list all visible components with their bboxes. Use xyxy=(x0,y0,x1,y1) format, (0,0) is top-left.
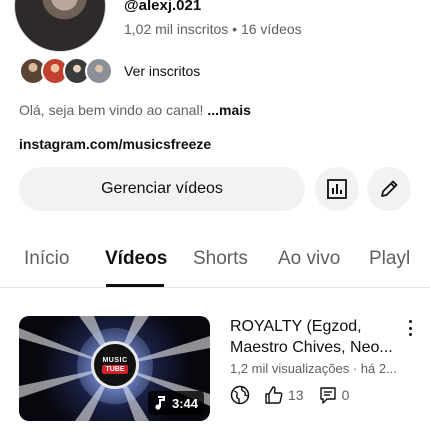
video-thumbnail[interactable]: MUSIC TUBE 3:44 xyxy=(19,316,210,421)
comments[interactable]: 0 xyxy=(318,385,350,405)
globe-icon xyxy=(230,385,250,405)
tab-inicio[interactable]: Início xyxy=(24,248,69,270)
see-subscribers-link[interactable]: Ver inscritos xyxy=(124,63,200,79)
comment-count: 0 xyxy=(341,387,350,403)
comment-icon xyxy=(319,387,336,404)
music-note-icon xyxy=(155,396,165,410)
channel-handle: @alexj.021 xyxy=(124,0,202,14)
channel-description[interactable]: Olá, seja bem vindo ao canal! ...mais xyxy=(19,102,251,118)
logo-text-top: MUSIC xyxy=(102,356,128,364)
subscriber-avatar xyxy=(85,57,113,85)
tab-ao-vivo[interactable]: Ao vivo xyxy=(278,248,340,270)
analytics-button[interactable] xyxy=(315,167,359,211)
channel-tabs: Início Vídeos Shorts Ao vivo Playl xyxy=(0,236,430,288)
logo-text-bottom: TUBE xyxy=(102,364,128,374)
channel-meta: 1,02 mil inscritos • 16 vídeos xyxy=(124,21,302,37)
duration-text: 3:44 xyxy=(171,395,198,411)
subscriber-count: 1,02 mil inscritos xyxy=(124,21,229,37)
tab-videos[interactable]: Vídeos xyxy=(105,248,167,270)
analytics-icon xyxy=(327,179,347,199)
channel-link[interactable]: instagram.com/musicsfreeze xyxy=(19,136,211,152)
meta-separator: • xyxy=(232,21,238,37)
manage-videos-label: Gerenciar vídeos xyxy=(101,180,223,197)
more-link[interactable]: ...mais xyxy=(207,102,251,118)
thumbnail-logo: MUSIC TUBE xyxy=(91,341,139,389)
like-count: 13 xyxy=(288,387,304,403)
likes[interactable]: 13 xyxy=(264,385,304,405)
manage-videos-button[interactable]: Gerenciar vídeos xyxy=(19,167,305,211)
tab-shorts[interactable]: Shorts xyxy=(193,248,248,270)
visibility-status[interactable] xyxy=(230,385,250,405)
video-stats: 1,2 mil visualizações · há 2... xyxy=(230,361,397,376)
thumbs-up-icon xyxy=(265,386,283,404)
pencil-icon xyxy=(381,180,398,197)
video-title-line: Maestro Chives, Neo... xyxy=(230,339,393,356)
active-tab-indicator xyxy=(106,284,164,287)
tab-playlists[interactable]: Playl xyxy=(369,248,410,270)
channel-avatar[interactable] xyxy=(14,0,106,52)
video-title[interactable]: ROYALTY (Egzod, Maestro Chives, Neo... xyxy=(230,316,400,358)
edit-channel-button[interactable] xyxy=(367,167,411,211)
subscriber-avatars[interactable] xyxy=(19,57,113,85)
duration-badge: 3:44 xyxy=(147,391,204,415)
more-options-icon[interactable] xyxy=(403,318,417,338)
description-text: Olá, seja bem vindo ao canal! xyxy=(19,102,204,118)
video-actions: 13 0 xyxy=(230,384,363,406)
video-title-line: ROYALTY (Egzod, xyxy=(230,318,362,335)
video-count: 16 vídeos xyxy=(240,21,302,37)
